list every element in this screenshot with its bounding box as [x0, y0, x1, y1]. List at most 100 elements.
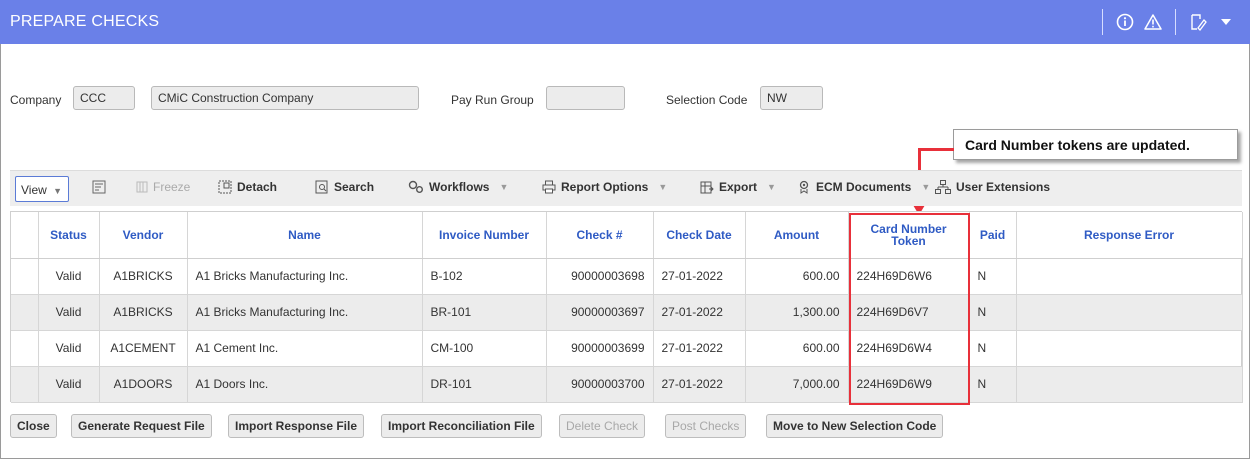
generate-request-file-button[interactable]: Generate Request File	[71, 414, 212, 438]
pay-run-group-label: Pay Run Group	[451, 93, 534, 107]
company-code-field[interactable]: CCC	[73, 86, 135, 110]
column-header-status[interactable]: Status	[38, 212, 100, 259]
row-selector[interactable]	[11, 294, 39, 331]
hierarchy-icon	[935, 180, 951, 194]
search-button[interactable]: Search	[315, 180, 374, 194]
warning-icon[interactable]	[1142, 11, 1164, 33]
check-number-cell: 90000003698	[546, 258, 654, 295]
status-cell: Valid	[38, 330, 100, 367]
response-error-cell	[1016, 294, 1243, 331]
checks-table: Status Vendor Name Invoice Number Check …	[10, 211, 1243, 403]
pay-run-group-field[interactable]	[546, 86, 625, 110]
check-date-cell: 27-01-2022	[653, 366, 746, 403]
check-number-cell: 90000003697	[546, 294, 654, 331]
post-checks-button[interactable]: Post Checks	[665, 414, 747, 438]
chevron-down-icon: ▼	[499, 182, 509, 192]
selection-code-field[interactable]: NW	[760, 86, 823, 110]
invoice-cell: CM-100	[422, 330, 547, 367]
paid-cell: N	[969, 258, 1017, 295]
column-header-check-number[interactable]: Check #	[546, 212, 654, 259]
paid-cell: N	[969, 330, 1017, 367]
freeze-label: Freeze	[153, 180, 191, 194]
amount-cell: 1,300.00	[745, 294, 849, 331]
printer-icon	[542, 180, 556, 194]
table-row[interactable]: Valid A1DOORS A1 Doors Inc. DR-101 90000…	[11, 366, 1243, 403]
ecm-icon	[797, 180, 811, 194]
table-row[interactable]: Valid A1BRICKS A1 Bricks Manufacturing I…	[11, 294, 1243, 331]
column-header-check-date[interactable]: Check Date	[653, 212, 746, 259]
title-bar: PREPARE CHECKS	[0, 0, 1250, 44]
title-bar-actions	[1094, 8, 1240, 36]
card-token-cell: 224H69D6W6	[848, 258, 970, 295]
close-button[interactable]: Close	[10, 414, 57, 438]
annotation-callout: Card Number tokens are updated.	[953, 129, 1238, 160]
response-error-cell	[1016, 258, 1243, 295]
grid-toolbar: View ▼ Freeze Detach Search Workflows ▼ R…	[10, 170, 1242, 206]
amount-cell: 600.00	[745, 258, 849, 295]
user-extensions-label: User Extensions	[956, 180, 1051, 194]
row-selector[interactable]	[11, 258, 39, 295]
column-header-paid[interactable]: Paid	[969, 212, 1017, 259]
name-cell: A1 Cement Inc.	[187, 330, 423, 367]
company-label: Company	[10, 93, 62, 107]
column-header-name[interactable]: Name	[187, 212, 423, 259]
import-response-file-button[interactable]: Import Response File	[228, 414, 365, 438]
user-extensions-button[interactable]: User Extensions	[935, 180, 1050, 194]
column-header-amount[interactable]: Amount	[745, 212, 849, 259]
column-header-invoice-number[interactable]: Invoice Number	[422, 212, 547, 259]
ecm-documents-label: ECM Documents	[816, 180, 912, 194]
response-error-cell	[1016, 330, 1243, 367]
export-button[interactable]: Export ▼	[700, 180, 776, 194]
chevron-down-icon: ▼	[921, 182, 931, 192]
invoice-cell: DR-101	[422, 366, 547, 403]
response-error-cell	[1016, 366, 1243, 403]
vendor-cell: A1BRICKS	[99, 294, 188, 331]
report-options-label: Report Options	[561, 180, 649, 194]
invoice-cell: BR-101	[422, 294, 547, 331]
status-cell: Valid	[38, 294, 100, 331]
name-cell: A1 Doors Inc.	[187, 366, 423, 403]
detach-button[interactable]: Detach	[218, 180, 277, 194]
table-row[interactable]: Valid A1BRICKS A1 Bricks Manufacturing I…	[11, 258, 1243, 295]
check-date-cell: 27-01-2022	[653, 330, 746, 367]
annotation-arrow	[920, 148, 954, 151]
freeze-button[interactable]: Freeze	[136, 180, 190, 194]
name-cell: A1 Bricks Manufacturing Inc.	[187, 294, 423, 331]
filter-icon[interactable]	[92, 180, 106, 194]
info-icon[interactable]	[1114, 11, 1136, 33]
export-icon	[700, 180, 714, 194]
column-header-vendor[interactable]: Vendor	[99, 212, 188, 259]
divider	[1102, 9, 1103, 35]
status-cell: Valid	[38, 366, 100, 403]
chevron-down-icon: ▼	[767, 182, 776, 192]
delete-check-button[interactable]: Delete Check	[559, 414, 646, 438]
workflows-button[interactable]: Workflows ▼	[408, 180, 508, 194]
view-menu-button[interactable]: View ▼	[15, 176, 69, 202]
row-selector[interactable]	[11, 330, 39, 367]
report-options-button[interactable]: Report Options ▼	[542, 180, 667, 194]
status-cell: Valid	[38, 258, 100, 295]
move-to-new-selection-code-button[interactable]: Move to New Selection Code	[766, 414, 944, 438]
workflows-label: Workflows	[429, 180, 490, 194]
vendor-cell: A1DOORS	[99, 366, 188, 403]
chevron-down-icon: ▼	[53, 186, 63, 196]
column-header-response-error[interactable]: Response Error	[1016, 212, 1243, 259]
amount-cell: 600.00	[745, 330, 849, 367]
row-selector[interactable]	[11, 366, 39, 403]
header-fields: Company CCC CMiC Construction Company Pa…	[0, 86, 1250, 112]
invoice-cell: B-102	[422, 258, 547, 295]
column-header-card-number-token[interactable]: Card Number Token	[848, 212, 970, 259]
chevron-down-icon[interactable]	[1215, 11, 1237, 33]
card-token-cell: 224H69D6W4	[848, 330, 970, 367]
vendor-cell: A1CEMENT	[99, 330, 188, 367]
table-row[interactable]: Valid A1CEMENT A1 Cement Inc. CM-100 900…	[11, 330, 1243, 367]
page-title: PREPARE CHECKS	[10, 13, 160, 30]
paid-cell: N	[969, 294, 1017, 331]
row-selector-header	[11, 212, 39, 259]
import-reconciliation-file-button[interactable]: Import Reconciliation File	[381, 414, 542, 438]
search-label: Search	[334, 180, 375, 194]
edit-icon[interactable]	[1187, 11, 1209, 33]
ecm-documents-button[interactable]: ECM Documents ▼	[797, 180, 930, 194]
card-token-cell: 224H69D6W9	[848, 366, 970, 403]
check-number-cell: 90000003700	[546, 366, 654, 403]
